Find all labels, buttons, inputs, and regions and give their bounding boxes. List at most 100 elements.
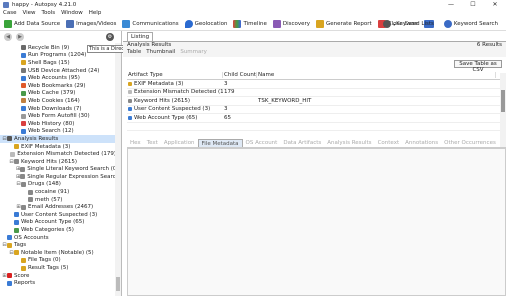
tree-scrollbar-thumb[interactable] xyxy=(116,277,120,291)
plus-icon xyxy=(4,19,12,28)
menu-bar: Case View Tools Window Help xyxy=(0,9,506,17)
tab-table[interactable]: Table xyxy=(127,49,141,56)
tree-node[interactable]: Web Form Autofill (30) xyxy=(0,112,116,120)
back-arrow-icon[interactable]: ◀ xyxy=(4,32,12,41)
tree-node[interactable]: ⊟ Drugs (148) xyxy=(0,181,116,189)
tab-context[interactable]: Context xyxy=(375,139,403,147)
table-header: Artifact Type Child Count Name xyxy=(127,71,504,80)
save-csv-button[interactable]: Save Table as CSV xyxy=(454,60,502,73)
tree-node[interactable]: Web Bookmarks (29) xyxy=(0,82,116,90)
maximize-button[interactable]: ☐ xyxy=(462,0,484,9)
tab-listing[interactable]: Listing xyxy=(127,32,154,41)
tree-node[interactable]: Web History (80) xyxy=(0,120,116,128)
tree-node[interactable]: Web Downloads (7) xyxy=(0,105,116,113)
images-icon xyxy=(66,19,75,28)
tab-text[interactable]: Text xyxy=(144,139,161,147)
tab-other-occurrences[interactable]: Other Occurrences xyxy=(441,139,499,147)
column-header-artifact-type[interactable]: Artifact Type xyxy=(127,72,223,78)
tab-annotations[interactable]: Annotations xyxy=(402,139,441,147)
tree-node[interactable]: meth (57) xyxy=(0,196,116,204)
column-header-name[interactable]: Name xyxy=(257,72,496,78)
table-row[interactable]: Extension Mismatch Detected (179) 179 xyxy=(127,89,504,97)
communications-button[interactable]: Communications xyxy=(121,18,179,30)
keyword-lists-button[interactable]: ▾ Keyword Lists xyxy=(382,18,435,30)
tab-os-account[interactable]: OS Account xyxy=(243,139,281,147)
table-row[interactable]: Web Account Type (65) 65 xyxy=(127,114,504,123)
tree-node-label: Web Form Autofill (30) xyxy=(28,113,90,120)
menu-help[interactable]: Help xyxy=(89,10,102,16)
tree-node[interactable]: Reports xyxy=(0,279,116,287)
tree-node[interactable]: ⊞ Single Literal Keyword Search (0) xyxy=(0,166,116,174)
keyword-search-button[interactable]: Keyword Search xyxy=(443,18,499,30)
forward-arrow-icon[interactable]: ▶ xyxy=(16,32,24,41)
tree-node[interactable]: ⊟ Tags xyxy=(0,241,116,249)
column-header-child-count[interactable]: Child Count xyxy=(223,72,257,78)
tab-file-metadata[interactable]: File Metadata xyxy=(197,139,243,147)
tree-node-label: OS Accounts xyxy=(14,234,49,241)
tree-node-label: Web Cache (379) xyxy=(28,90,76,97)
tree-node[interactable]: cocaine (91) xyxy=(0,188,116,196)
tab-thumbnail[interactable]: Thumbnail xyxy=(146,49,175,56)
table-body: EXIF Metadata (3) 3 Extension Mismatch Det… xyxy=(127,80,504,131)
table-row[interactable]: User Content Suspected (3) 3 xyxy=(127,106,504,114)
artifact-icon xyxy=(128,98,132,103)
cell-child-count: 179 xyxy=(224,89,235,96)
images-videos-button[interactable]: Images/Videos xyxy=(65,18,117,30)
tree-node[interactable]: Shell Bags (15) xyxy=(0,59,116,67)
tree-node[interactable]: Web Account Type (65) xyxy=(0,219,116,227)
breadcrumb: Analysis Results xyxy=(127,42,172,48)
tree-node[interactable]: OS Accounts xyxy=(0,234,116,242)
tree-node[interactable]: ⊟ Notable Item (Notable) (5) xyxy=(0,249,116,257)
table-row[interactable]: Keyword Hits (2615) TSK_KEYWORD_HIT xyxy=(127,97,504,106)
close-window-button[interactable]: ✕ xyxy=(484,0,506,9)
tree-node-icon xyxy=(28,197,33,203)
tree-node-icon xyxy=(7,235,12,241)
add-data-source-button[interactable]: Add Data Source xyxy=(3,18,61,30)
discovery-button[interactable]: Discovery xyxy=(272,18,311,30)
tree-node[interactable]: ⊞ Score xyxy=(0,272,116,280)
tab-summary[interactable]: Summary xyxy=(180,49,207,56)
tree-node[interactable]: User Content Suspected (3) xyxy=(0,211,116,219)
tree-node[interactable]: USB Device Attached (24) xyxy=(0,67,116,75)
tree-node[interactable]: Web Search (12) xyxy=(0,128,116,136)
tree-node-icon xyxy=(21,106,26,112)
tree-node[interactable]: ⊞Single Regular Expression Search (0) xyxy=(0,173,116,181)
tree-node[interactable]: Web Accounts (95) xyxy=(0,74,116,82)
tree-node[interactable]: Web Categories (5) xyxy=(0,226,116,234)
table-row[interactable] xyxy=(127,123,504,131)
autopsy-logo-icon xyxy=(3,1,9,8)
table-row[interactable]: EXIF Metadata (3) 3 xyxy=(127,80,504,89)
artifact-icon xyxy=(128,115,132,120)
timeline-button[interactable]: Timeline xyxy=(232,18,267,30)
tree-node-icon xyxy=(21,265,26,271)
tree-node-icon xyxy=(21,52,26,58)
minimize-button[interactable]: — xyxy=(440,0,462,9)
cell-artifact-type: User Content Suspected (3) xyxy=(127,106,223,112)
tree-node[interactable]: ⊞ Email Addresses (2467) xyxy=(0,203,116,211)
tree-node[interactable]: Web Cookies (164) xyxy=(0,97,116,105)
geolocation-button[interactable]: Geolocation xyxy=(184,18,229,30)
tree-node[interactable]: Result Tags (5) xyxy=(0,264,116,272)
generate-report-button[interactable]: Generate Report xyxy=(315,18,373,30)
tab-data-artifacts[interactable]: Data Artifacts xyxy=(280,139,324,147)
gear-icon[interactable]: ⚙ xyxy=(106,32,114,41)
menu-tools[interactable]: Tools xyxy=(42,10,56,16)
tab-application[interactable]: Application xyxy=(161,139,198,147)
tree-node[interactable]: EXIF Metadata (3) xyxy=(0,143,116,151)
tree-node[interactable]: ⊟ Keyword Hits (2615) xyxy=(0,158,116,166)
menu-view[interactable]: View xyxy=(22,10,35,16)
tree-node[interactable]: ⊟ Analysis Results xyxy=(0,135,116,143)
menu-case[interactable]: Case xyxy=(3,10,16,16)
tab-analysis-results[interactable]: Analysis Results xyxy=(324,139,374,147)
tree-node-icon xyxy=(14,144,19,150)
tab-hex[interactable]: Hex xyxy=(127,139,144,147)
tree-node-icon xyxy=(21,60,26,66)
table-scrollbar-thumb[interactable] xyxy=(501,90,505,112)
tree-node-label: Drugs (148) xyxy=(28,181,61,188)
menu-window[interactable]: Window xyxy=(61,10,83,16)
tree-node[interactable]: File Tags (0) xyxy=(0,257,116,265)
cell-artifact-type: Extension Mismatch Detected (179) xyxy=(127,89,223,95)
tree-node[interactable]: Web Cache (379) xyxy=(0,90,116,98)
tree-node[interactable]: Extension Mismatch Detected (179) xyxy=(0,150,116,158)
tree-scrollbar[interactable] xyxy=(115,43,121,296)
